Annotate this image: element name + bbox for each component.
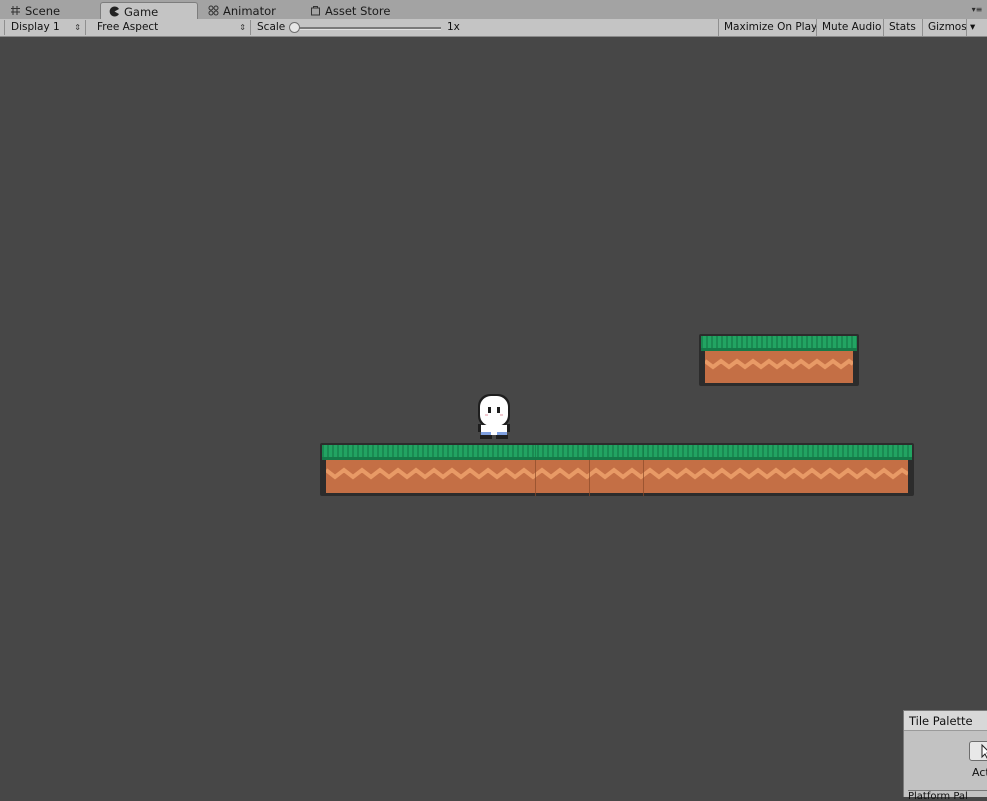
scale-slider-track[interactable] xyxy=(296,27,441,30)
tile-palette-title[interactable]: Tile Palette xyxy=(904,711,987,731)
animator-icon xyxy=(208,5,219,16)
scale-slider-thumb[interactable] xyxy=(289,22,300,33)
updown-arrow-icon: ⇕ xyxy=(74,23,81,32)
gizmos-dropdown-arrow[interactable]: ▾ xyxy=(966,19,984,36)
floating-platform xyxy=(699,334,859,386)
display-dropdown-value: Display 1 xyxy=(11,21,60,33)
gizmos-button[interactable]: Gizmos xyxy=(922,19,967,36)
aspect-dropdown[interactable]: Free Aspect ⇕ xyxy=(91,20,251,35)
tab-context-menu-icon[interactable]: ▾≡ xyxy=(971,5,983,15)
aspect-dropdown-value: Free Aspect xyxy=(97,21,159,33)
tab-asset-store-label: Asset Store xyxy=(325,3,391,18)
editor-tab-bar: Scene Game Animator Asset Store ▾≡ xyxy=(0,0,987,20)
scale-label: Scale xyxy=(257,21,286,33)
scale-value: 1x xyxy=(447,21,460,33)
tab-game-label: Game xyxy=(124,4,159,19)
hash-icon xyxy=(10,5,21,16)
tab-animator[interactable]: Animator xyxy=(200,2,300,19)
tab-game[interactable]: Game xyxy=(100,2,198,20)
tile-palette-window[interactable]: Tile Palette Act Platform Pal xyxy=(903,710,987,801)
tab-animator-label: Animator xyxy=(223,3,276,18)
display-dropdown[interactable]: Display 1 ⇕ xyxy=(4,20,86,35)
tab-scene-label: Scene xyxy=(25,3,61,18)
active-tilemap-label: Act xyxy=(972,766,987,779)
updown-arrow-icon: ⇕ xyxy=(239,23,246,32)
mute-audio-button[interactable]: Mute Audio xyxy=(816,19,886,36)
game-viewport[interactable] xyxy=(0,37,987,796)
tab-scene[interactable]: Scene xyxy=(2,2,94,19)
maximize-on-play-button[interactable]: Maximize On Play xyxy=(718,19,822,36)
store-icon xyxy=(310,5,321,16)
cursor-arrow-icon xyxy=(981,743,987,759)
player-character-sprite xyxy=(473,392,515,440)
pacman-icon xyxy=(109,6,120,17)
tab-asset-store[interactable]: Asset Store xyxy=(302,2,402,19)
stats-button[interactable]: Stats xyxy=(883,19,921,36)
select-tool-button[interactable] xyxy=(969,741,987,761)
ground-platform xyxy=(320,443,914,496)
game-view-toolbar: Display 1 ⇕ Free Aspect ⇕ Scale 1x Maxim… xyxy=(0,19,987,37)
